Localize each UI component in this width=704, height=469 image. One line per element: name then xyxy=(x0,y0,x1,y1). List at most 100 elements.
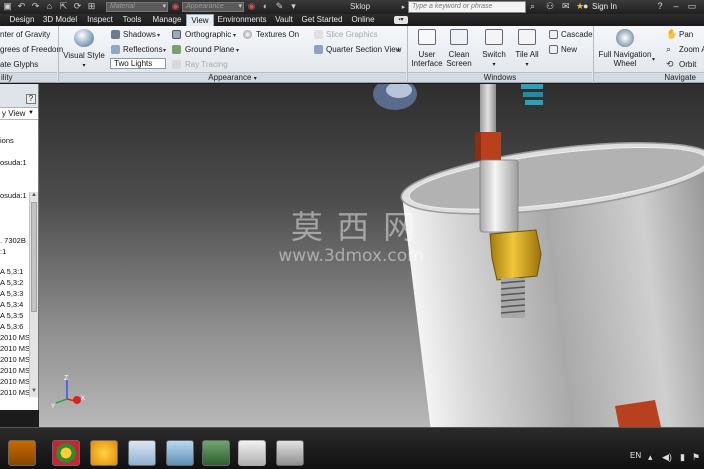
browser-node[interactable]: :1 xyxy=(0,247,6,256)
tab-vault[interactable]: Vault xyxy=(272,14,296,26)
chevron-down-icon[interactable]: ▾ xyxy=(157,32,160,39)
pan-button[interactable]: Pan xyxy=(679,30,693,39)
browser-node[interactable]: 2010 MS xyxy=(0,344,30,353)
appearance-panel-title[interactable]: Appearance ▾ xyxy=(59,72,406,82)
subscription-icon[interactable]: ⚇ xyxy=(546,1,554,12)
chevron-down-icon[interactable]: ▾ xyxy=(236,47,239,54)
qat-overflow-icon[interactable]: ▾ xyxy=(288,1,299,12)
notepad-icon[interactable] xyxy=(128,440,156,466)
scroll-down-icon[interactable]: ▼ xyxy=(31,388,37,394)
quarter-section-view-button[interactable]: Quarter Section View xyxy=(326,45,401,54)
minimize-icon[interactable]: – xyxy=(668,0,684,13)
help-icon[interactable]: ? xyxy=(652,0,668,13)
center-of-gravity-toggle[interactable]: nter of Gravity xyxy=(0,30,50,39)
appearance-combo[interactable]: Appearance ▾ xyxy=(182,2,244,12)
shadows-button[interactable]: Shadows xyxy=(123,30,156,39)
tab-online[interactable]: Online xyxy=(348,14,378,26)
browser-node[interactable]: . 7302B xyxy=(0,236,26,245)
browser-node[interactable]: A 5,3:3 xyxy=(0,289,23,298)
browser-node[interactable]: A 5,3:4 xyxy=(0,300,23,309)
clear-override-icon[interactable]: ◉ xyxy=(170,1,181,12)
tab-design[interactable]: Design xyxy=(6,14,38,26)
graphics-viewport[interactable]: Z X Y 莫 西 网 www.3dmox.com xyxy=(39,84,704,427)
browser-node[interactable]: A 5,3:2 xyxy=(0,278,23,287)
scrollbar-thumb[interactable] xyxy=(31,202,37,312)
flag-icon[interactable]: ⚑ xyxy=(692,452,700,463)
scroll-up-icon[interactable]: ▲ xyxy=(31,192,37,198)
tab-manage[interactable]: Manage xyxy=(150,14,184,26)
tile-all-button[interactable]: Tile All ▾ xyxy=(512,50,542,70)
undo-icon[interactable]: ↶ xyxy=(16,1,27,12)
ray-tracing-button[interactable]: Ray Tracing xyxy=(185,60,228,69)
tab-inspect[interactable]: Inspect xyxy=(84,14,116,26)
search-input[interactable]: Type a keyword or phrase xyxy=(408,1,526,13)
browser-node[interactable]: 2010 MS xyxy=(0,377,30,386)
cascade-button[interactable]: Cascade xyxy=(561,30,593,39)
redo-icon[interactable]: ↷ xyxy=(30,1,41,12)
communication-icon[interactable]: ✉ xyxy=(562,1,570,12)
chrome-icon[interactable] xyxy=(52,440,80,466)
glyphs-toggle[interactable]: ate Glyphs xyxy=(0,60,38,69)
browser-node[interactable]: A 5,3:6 xyxy=(0,322,23,331)
browser-node[interactable]: osuda:1 xyxy=(0,158,27,167)
restore-icon[interactable]: ▭ xyxy=(684,0,700,13)
windows-panel-title[interactable]: Windows xyxy=(408,72,592,82)
ground-plane-button[interactable]: Ground Plane xyxy=(185,45,234,54)
calculator-icon[interactable] xyxy=(166,440,194,466)
visibility-panel-title[interactable]: ility xyxy=(0,72,57,82)
navigate-panel-title[interactable]: Navigate xyxy=(594,72,704,82)
user-interface-button[interactable]: User Interface xyxy=(410,50,444,68)
tab-environments[interactable]: Environments xyxy=(216,14,268,26)
orbit-button[interactable]: Orbit xyxy=(679,60,696,69)
media-player-icon[interactable] xyxy=(8,440,36,466)
update-icon[interactable]: ⟳ xyxy=(72,1,83,12)
measure-icon[interactable]: ⊞ xyxy=(86,1,97,12)
home-icon[interactable]: ⌂ xyxy=(44,1,55,12)
language-indicator[interactable]: EN xyxy=(630,451,641,460)
browser-scrollbar[interactable]: ▲ ▼ xyxy=(29,192,38,397)
app-menu-icon[interactable]: ▣ xyxy=(2,1,13,12)
orthographic-button[interactable]: Orthographic xyxy=(185,30,231,39)
reflections-button[interactable]: Reflections xyxy=(123,45,163,54)
browser-node[interactable]: 2010 MS xyxy=(0,388,30,397)
volume-icon[interactable]: ◀) xyxy=(662,452,672,463)
slice-graphics-button[interactable]: Slice Graphics xyxy=(326,30,378,39)
adjust-icon[interactable]: ◐ xyxy=(260,1,271,12)
tray-arrow-icon[interactable]: ▴ xyxy=(648,452,653,463)
degrees-of-freedom-toggle[interactable]: grees of Freedom xyxy=(0,45,63,54)
network-app-icon[interactable] xyxy=(202,440,230,466)
visual-style-button[interactable]: Visual Style ▾ xyxy=(63,51,105,71)
browser-node[interactable]: A 5,3:1 xyxy=(0,267,23,276)
browser-node[interactable]: ions xyxy=(0,136,14,145)
browser-view-select[interactable]: y View ▼ xyxy=(0,108,38,120)
sign-in-link[interactable]: Sign In xyxy=(592,2,617,11)
chevron-down-icon[interactable]: ▾ xyxy=(652,56,655,63)
tab-3d-model[interactable]: 3D Model xyxy=(40,14,80,26)
tab-tools[interactable]: Tools xyxy=(118,14,146,26)
chevron-down-icon[interactable]: ▾ xyxy=(397,47,400,54)
zoom-all-button[interactable]: Zoom A xyxy=(679,45,704,54)
tab-view[interactable]: View xyxy=(186,14,214,26)
full-navigation-wheel-button[interactable]: Full Navigation Wheel xyxy=(596,50,654,68)
browser-node[interactable]: A 5,3:5 xyxy=(0,311,23,320)
search-icon[interactable]: ⌕ xyxy=(530,1,535,12)
browser-node[interactable]: osuda:1 xyxy=(0,191,27,200)
browser-node[interactable]: 2010 MS xyxy=(0,355,30,364)
inventor-taskbar-icon[interactable] xyxy=(238,440,266,466)
browser-node[interactable]: 2010 MS xyxy=(0,333,30,342)
paint-icon[interactable] xyxy=(276,440,304,466)
appearance-clear-icon[interactable]: ◉ xyxy=(246,1,257,12)
chevron-down-icon[interactable]: ▾ xyxy=(163,47,166,54)
chevron-down-icon[interactable]: ▾ xyxy=(233,32,236,39)
select-icon[interactable]: ⇱ xyxy=(58,1,69,12)
sketch-icon[interactable]: ✎ xyxy=(274,1,285,12)
lighting-style-combo[interactable]: Two Lights xyxy=(110,58,166,69)
tab-get-started[interactable]: Get Started xyxy=(300,14,344,26)
material-combo[interactable]: Material ▾ xyxy=(106,2,168,12)
network-tray-icon[interactable]: ▮ xyxy=(680,452,685,463)
new-window-button[interactable]: New xyxy=(561,45,577,54)
firefox-icon[interactable] xyxy=(90,440,118,466)
clean-screen-button[interactable]: Clean Screen xyxy=(444,50,474,68)
browser-node[interactable]: 2010 MS xyxy=(0,366,30,375)
ribbon-options-icon[interactable]: ▪▾ xyxy=(394,16,408,24)
